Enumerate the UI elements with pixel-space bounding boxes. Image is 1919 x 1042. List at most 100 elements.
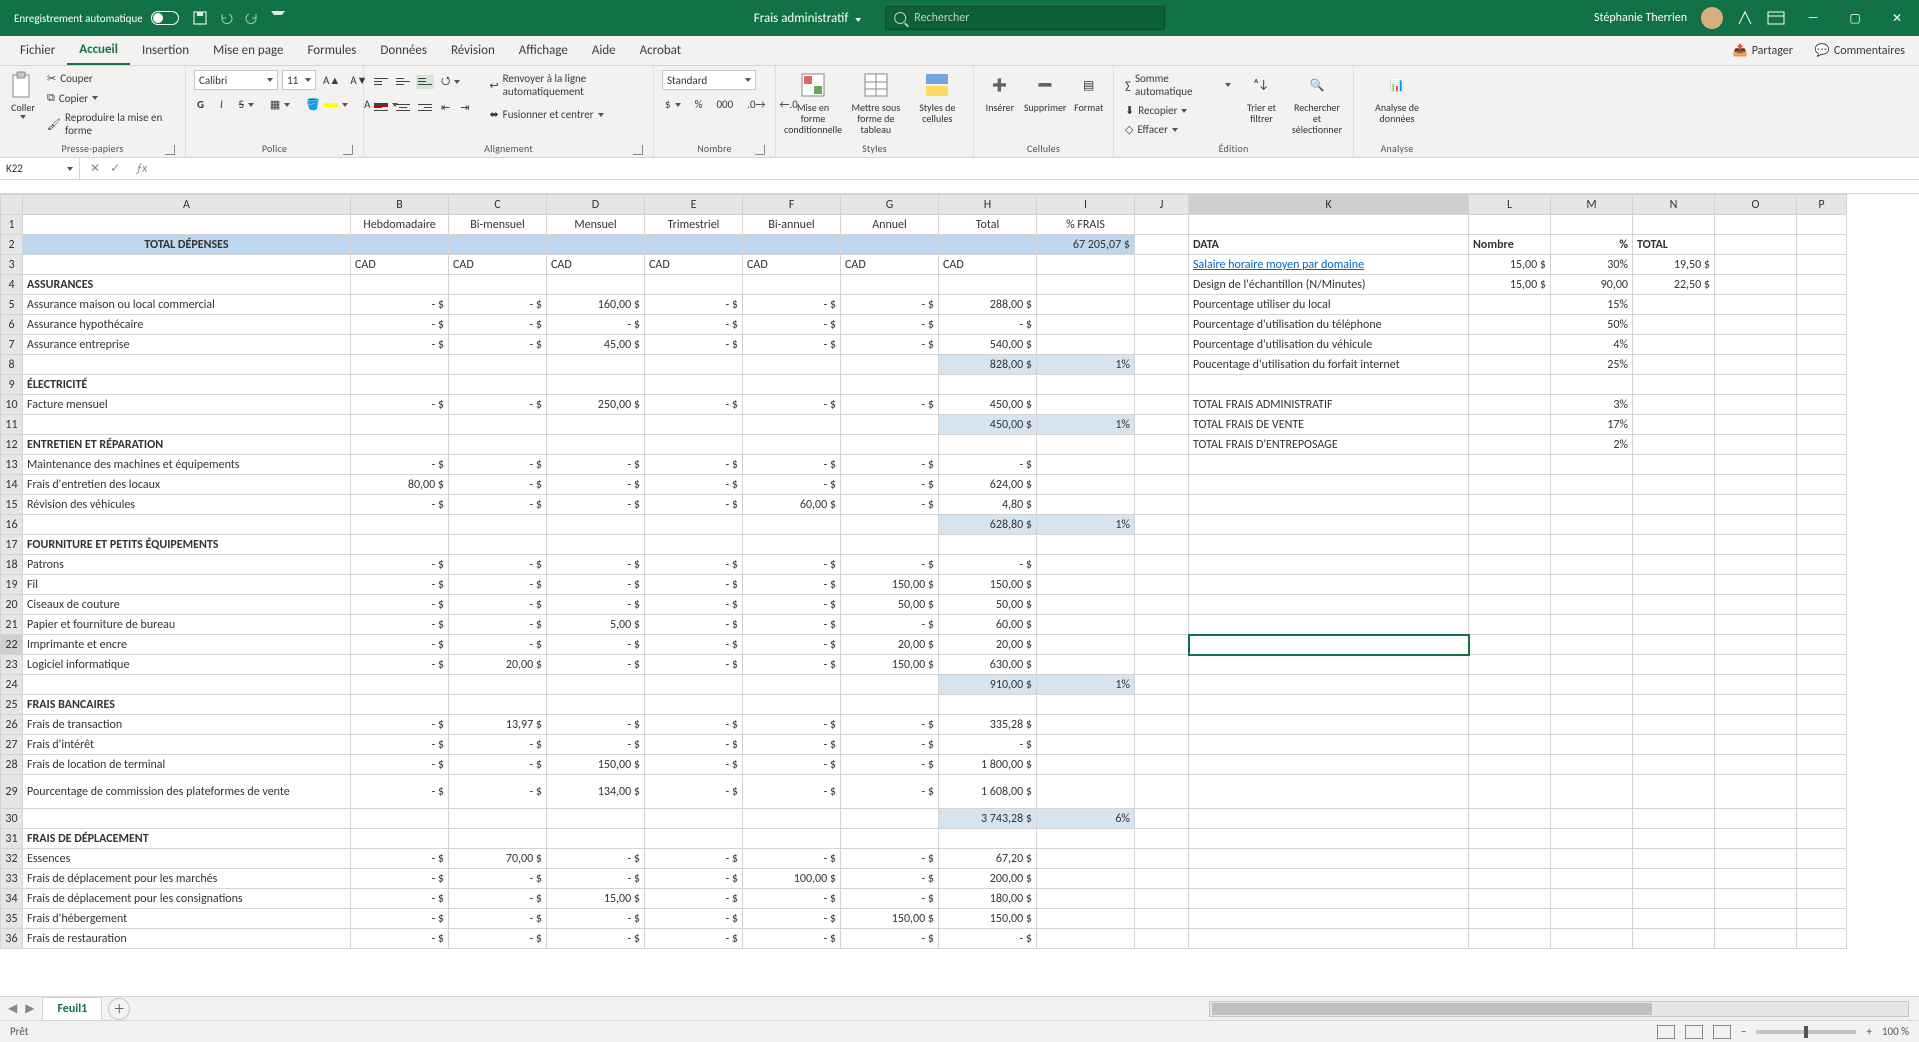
cell[interactable]: Pourcentage d'utilisation du téléphone (1189, 315, 1469, 335)
cell[interactable] (1551, 715, 1633, 735)
cell[interactable]: - $ (841, 889, 939, 909)
cell[interactable] (1715, 335, 1797, 355)
cell[interactable] (1135, 655, 1189, 675)
cell[interactable] (1797, 455, 1847, 475)
cell[interactable] (1797, 235, 1847, 255)
cell[interactable]: - $ (743, 395, 841, 415)
cell[interactable] (547, 695, 645, 715)
cell[interactable] (1189, 889, 1469, 909)
cell[interactable] (1189, 909, 1469, 929)
cell[interactable] (1189, 869, 1469, 889)
cell[interactable] (1189, 675, 1469, 695)
cell[interactable]: 50,00 $ (939, 595, 1037, 615)
tab-données[interactable]: Données (368, 36, 439, 65)
cell[interactable] (1551, 809, 1633, 829)
row-header-19[interactable]: 19 (1, 575, 23, 595)
cell[interactable] (1551, 675, 1633, 695)
cell[interactable]: % FRAIS (1037, 215, 1135, 235)
cell[interactable]: Trimestriel (645, 215, 743, 235)
row-header-22[interactable]: 22 (1, 635, 23, 655)
col-header-K[interactable]: K (1189, 195, 1469, 215)
row-header-20[interactable]: 20 (1, 595, 23, 615)
cell[interactable] (1633, 889, 1715, 909)
cell[interactable]: - $ (449, 869, 547, 889)
cell[interactable]: 910,00 $ (939, 675, 1037, 695)
cell[interactable]: - $ (351, 889, 449, 909)
cell[interactable] (1797, 735, 1847, 755)
cell[interactable] (1797, 695, 1847, 715)
cell[interactable] (351, 355, 449, 375)
cell[interactable] (1037, 535, 1135, 555)
cell[interactable] (449, 809, 547, 829)
cell[interactable] (449, 415, 547, 435)
col-header-P[interactable]: P (1797, 195, 1847, 215)
col-header-D[interactable]: D (547, 195, 645, 215)
cell[interactable]: Papier et fourniture de bureau (23, 615, 351, 635)
cell[interactable] (1715, 809, 1797, 829)
cell[interactable]: CAD (645, 255, 743, 275)
cell[interactable]: - $ (351, 495, 449, 515)
cell[interactable] (1135, 829, 1189, 849)
cell[interactable] (939, 829, 1037, 849)
cell[interactable] (939, 535, 1037, 555)
cell[interactable]: - $ (351, 575, 449, 595)
cell[interactable] (645, 695, 743, 715)
cut-button[interactable]: ✂ Couper (44, 70, 177, 87)
bold-button[interactable]: G (194, 96, 207, 113)
cell[interactable] (1715, 615, 1797, 635)
col-header-C[interactable]: C (449, 195, 547, 215)
cell[interactable] (351, 375, 449, 395)
cell[interactable]: 15,00 $ (547, 889, 645, 909)
cell[interactable]: - $ (743, 475, 841, 495)
cell[interactable]: - $ (449, 555, 547, 575)
cell[interactable] (1469, 455, 1551, 475)
cell[interactable] (1715, 695, 1797, 715)
cell[interactable]: - $ (449, 929, 547, 949)
cell[interactable] (1633, 909, 1715, 929)
row-header-11[interactable]: 11 (1, 415, 23, 435)
cell[interactable]: Bi-mensuel (449, 215, 547, 235)
cell[interactable] (1551, 775, 1633, 809)
cell[interactable] (1797, 415, 1847, 435)
cell[interactable]: - $ (939, 455, 1037, 475)
col-header-H[interactable]: H (939, 195, 1037, 215)
cell[interactable] (351, 515, 449, 535)
cell[interactable] (351, 695, 449, 715)
cell[interactable]: Assurance entreprise (23, 335, 351, 355)
cell[interactable] (1715, 535, 1797, 555)
cell[interactable] (1189, 715, 1469, 735)
increase-font-icon[interactable]: A▲ (320, 72, 343, 89)
cell[interactable] (351, 675, 449, 695)
cell[interactable]: 150,00 $ (841, 655, 939, 675)
cell[interactable]: - $ (645, 635, 743, 655)
cell[interactable] (1633, 535, 1715, 555)
cell[interactable] (1135, 475, 1189, 495)
cell[interactable]: - $ (351, 395, 449, 415)
cell[interactable] (1189, 655, 1469, 675)
cell[interactable]: - $ (645, 869, 743, 889)
cell[interactable]: 828,00 $ (939, 355, 1037, 375)
cell[interactable] (1715, 829, 1797, 849)
decrease-indent-icon[interactable]: ⇤ (438, 99, 453, 116)
autosave-toggle[interactable]: Enregistrement automatique (14, 11, 179, 25)
cell[interactable] (645, 535, 743, 555)
cell[interactable] (1037, 295, 1135, 315)
toggle-off-icon[interactable] (151, 11, 179, 25)
save-icon[interactable] (193, 11, 207, 25)
cell[interactable]: - $ (743, 755, 841, 775)
cell[interactable]: Maintenance des machines et équipements (23, 455, 351, 475)
row-header-25[interactable]: 25 (1, 695, 23, 715)
cell[interactable]: - $ (743, 775, 841, 809)
cell[interactable] (1633, 395, 1715, 415)
cell[interactable] (743, 235, 841, 255)
cell[interactable] (841, 809, 939, 829)
cell[interactable]: - $ (547, 715, 645, 735)
percent-format-icon[interactable]: % (692, 96, 706, 113)
cell[interactable]: 288,00 $ (939, 295, 1037, 315)
cell[interactable] (1551, 869, 1633, 889)
cell[interactable] (1037, 335, 1135, 355)
cell[interactable]: Salaire horaire moyen par domaine (1189, 255, 1469, 275)
cell[interactable] (1633, 695, 1715, 715)
cell[interactable]: 50,00 $ (841, 595, 939, 615)
cell[interactable]: 1% (1037, 355, 1135, 375)
